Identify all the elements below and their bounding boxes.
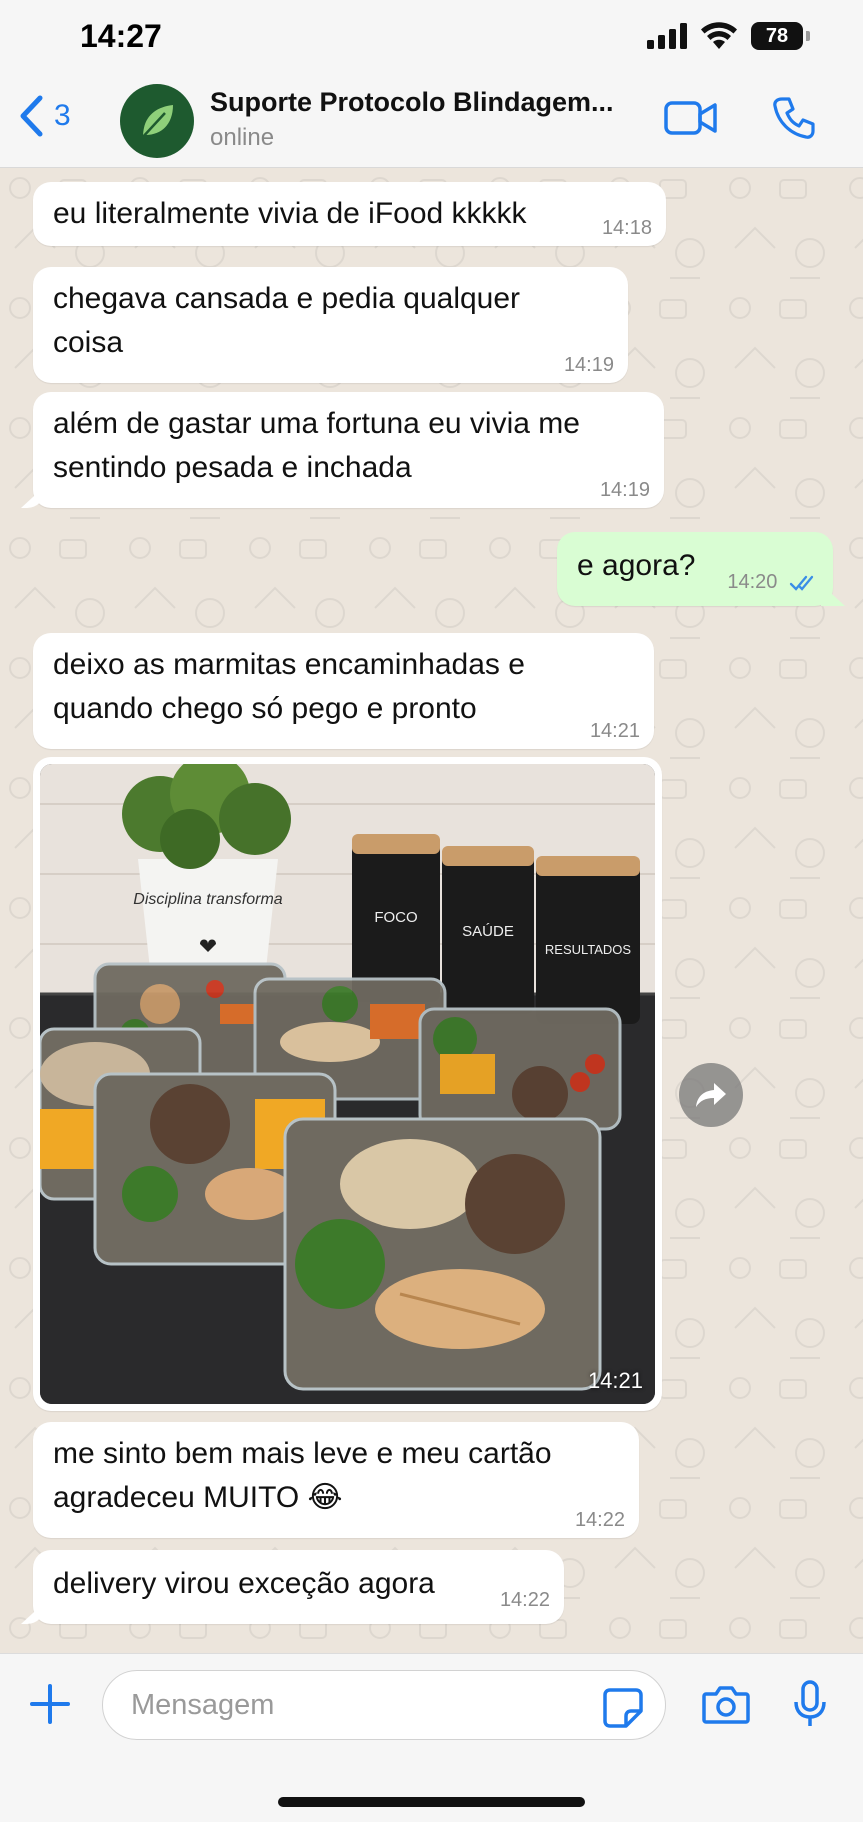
jar-label-resultados: RESULTADOS bbox=[545, 942, 632, 957]
video-call-button[interactable] bbox=[664, 100, 718, 141]
message-time: 14:22 bbox=[499, 1589, 550, 1611]
message-text: me sinto bem mais leve e meu cartão agra… bbox=[53, 1437, 552, 1514]
home-indicator bbox=[278, 1797, 585, 1807]
status-icons: 78 bbox=[647, 22, 810, 50]
camera-button[interactable] bbox=[702, 1684, 750, 1729]
image-message[interactable]: Disciplina transforma FOCO SAÚDE RESULTA… bbox=[33, 757, 662, 1411]
leaf-icon bbox=[140, 105, 173, 140]
message-bubble[interactable]: eu literalmente vivia de iFood kkkkk 14:… bbox=[33, 182, 666, 246]
message-bubble[interactable]: além de gastar uma fortuna eu vivia me s… bbox=[33, 392, 664, 508]
message-time: 14:21 bbox=[587, 1368, 643, 1393]
voice-call-button[interactable] bbox=[772, 96, 816, 145]
status-time: 14:27 bbox=[80, 18, 162, 54]
sticker-icon bbox=[603, 1688, 643, 1728]
message-input[interactable] bbox=[102, 1670, 666, 1740]
jar-label-saude: SAÚDE bbox=[462, 923, 514, 940]
message-time-label: 14:20 bbox=[727, 571, 778, 593]
video-camera-icon bbox=[664, 101, 717, 135]
signal-icon bbox=[647, 23, 687, 49]
message-text: delivery virou exceção agora bbox=[53, 1567, 435, 1600]
jar-label-foco: FOCO bbox=[374, 909, 417, 926]
message-text: eu literalmente vivia de iFood kkkkk bbox=[53, 197, 527, 230]
phone-icon bbox=[773, 97, 815, 139]
battery-icon: 78 bbox=[751, 22, 810, 50]
unread-count: 3 bbox=[54, 99, 71, 132]
message-text: deixo as marmitas encaminhadas e quando … bbox=[53, 648, 525, 725]
forward-icon bbox=[696, 1083, 726, 1107]
message-time: 14:20 bbox=[727, 572, 819, 592]
chat-header: 3 Suporte Protocolo Blindagem... online bbox=[0, 72, 863, 168]
plus-icon bbox=[30, 1684, 70, 1724]
back-button[interactable]: 3 bbox=[18, 94, 71, 138]
forward-button[interactable] bbox=[679, 1063, 743, 1127]
attach-button[interactable] bbox=[28, 1682, 72, 1731]
chat-area[interactable]: eu literalmente vivia de iFood kkkkk 14:… bbox=[0, 168, 863, 1653]
status-bar: 14:27 78 bbox=[0, 0, 863, 72]
meal-prep-illustration: Disciplina transforma FOCO SAÚDE RESULTA… bbox=[40, 764, 655, 1404]
message-bubble-outgoing[interactable]: e agora? 14:20 bbox=[557, 532, 833, 606]
avatar[interactable] bbox=[120, 84, 194, 158]
sticker-button[interactable] bbox=[602, 1687, 644, 1734]
message-time: 14:18 bbox=[601, 217, 652, 239]
message-text: e agora? bbox=[577, 549, 696, 582]
pot-text: Disciplina transforma bbox=[133, 891, 282, 908]
message-bubble[interactable]: me sinto bem mais leve e meu cartão agra… bbox=[33, 1422, 639, 1538]
message-bubble[interactable]: delivery virou exceção agora 14:22 bbox=[33, 1550, 564, 1624]
input-bar bbox=[0, 1653, 863, 1822]
meal-prep-photo[interactable]: Disciplina transforma FOCO SAÚDE RESULTA… bbox=[40, 764, 655, 1404]
message-time: 14:19 bbox=[563, 354, 614, 376]
message-bubble[interactable]: deixo as marmitas encaminhadas e quando … bbox=[33, 633, 654, 749]
microphone-button[interactable] bbox=[792, 1680, 828, 1733]
wifi-icon bbox=[701, 22, 737, 49]
message-text: chegava cansada e pedia qualquer coisa bbox=[53, 282, 521, 359]
message-time: 14:22 bbox=[574, 1509, 625, 1531]
microphone-icon bbox=[794, 1680, 826, 1726]
read-ticks-icon bbox=[789, 575, 814, 591]
message-time: 14:19 bbox=[599, 479, 650, 501]
battery-level: 78 bbox=[765, 24, 789, 47]
chevron-left-icon bbox=[20, 95, 43, 137]
message-text: além de gastar uma fortuna eu vivia me s… bbox=[53, 407, 580, 484]
message-bubble[interactable]: chegava cansada e pedia qualquer coisa 1… bbox=[33, 267, 628, 383]
message-time: 14:21 bbox=[589, 720, 640, 742]
contact-name[interactable]: Suporte Protocolo Blindagem... bbox=[210, 87, 650, 118]
contact-status: online bbox=[210, 124, 275, 151]
camera-icon bbox=[702, 1686, 750, 1724]
